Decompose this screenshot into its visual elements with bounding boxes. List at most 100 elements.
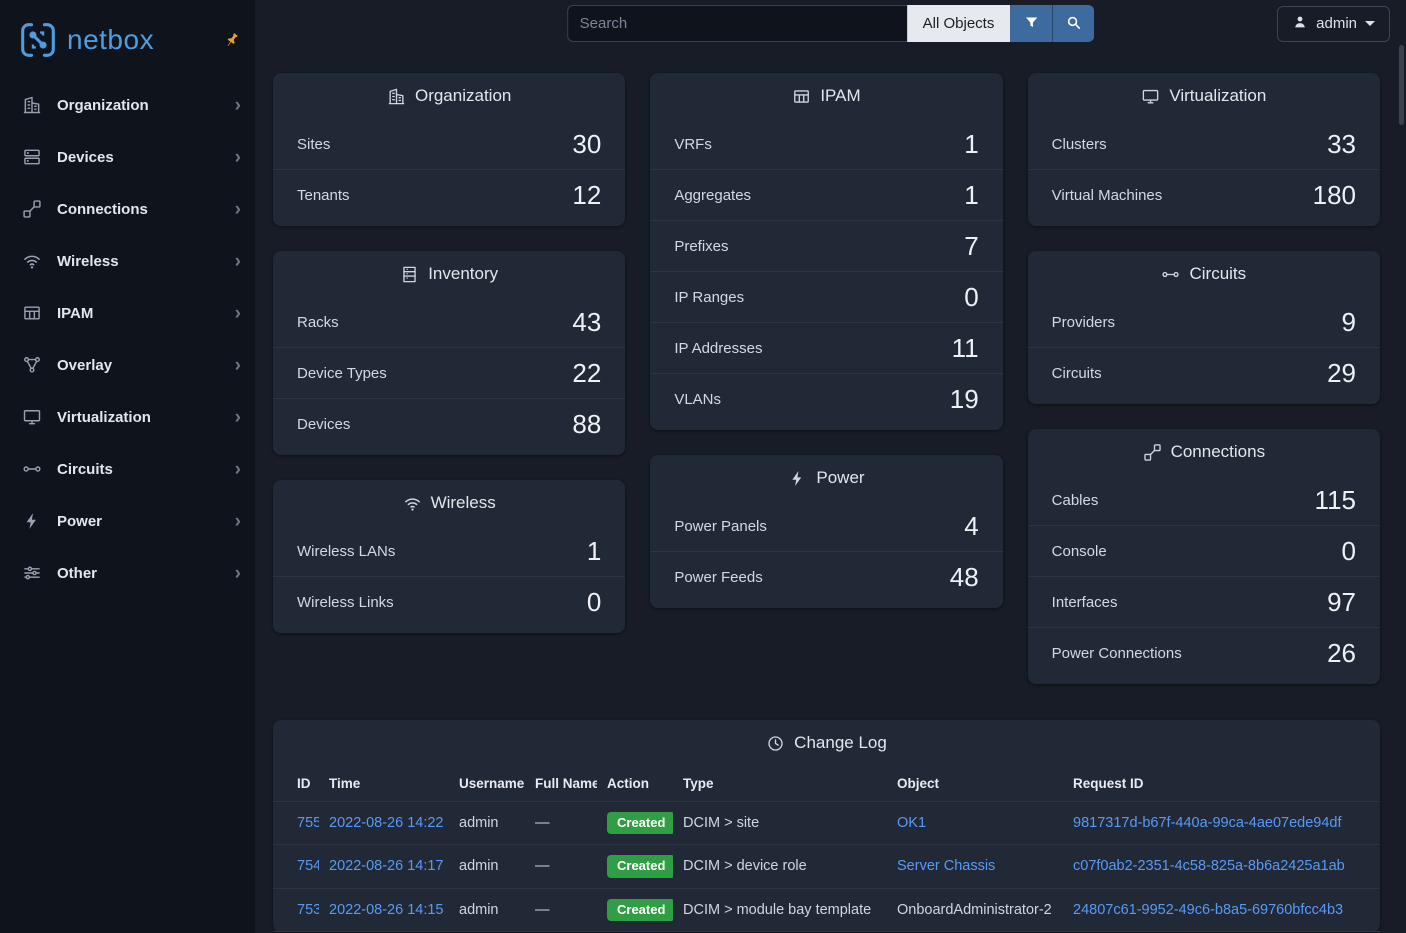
column-header: Action: [597, 766, 673, 802]
stat-value: 1: [964, 131, 978, 157]
change-time-link[interactable]: 2022-08-26 14:22: [329, 815, 444, 831]
stat-row: Power Feeds 48: [650, 551, 1002, 602]
magnifier-icon: [1065, 14, 1082, 34]
vertical-scrollbar[interactable]: [1399, 45, 1404, 125]
sidebar-item-virtualization[interactable]: Virtualization ›: [0, 391, 255, 443]
sidebar-item-devices[interactable]: Devices ›: [0, 131, 255, 183]
sidebar-item-wireless[interactable]: Wireless ›: [0, 235, 255, 287]
stat-label-link[interactable]: Wireless Links: [297, 594, 394, 611]
sidebar-item-other[interactable]: Other ›: [0, 547, 255, 599]
search-input[interactable]: [567, 5, 907, 42]
stat-row: Power Panels 4: [650, 501, 1002, 551]
user-menu-button[interactable]: admin: [1277, 6, 1390, 42]
stat-label-link[interactable]: IP Addresses: [674, 340, 762, 357]
stat-label-link[interactable]: Power Panels: [674, 518, 767, 535]
stat-label-link[interactable]: IP Ranges: [674, 289, 744, 306]
stat-label-link[interactable]: Sites: [297, 136, 330, 153]
table-header-row: ID Time Username Full Name Action Type O…: [273, 766, 1380, 802]
connections-card: Connections Cables 115 Console 0 Interfa…: [1028, 429, 1380, 684]
chevron-right-icon: ›: [235, 408, 241, 427]
stat-row: Racks 43: [273, 297, 625, 347]
change-id-link[interactable]: 755: [297, 815, 319, 831]
stat-label-link[interactable]: Device Types: [297, 365, 387, 382]
change-id-link[interactable]: 753: [297, 902, 319, 918]
full-name-cell: —: [535, 902, 550, 918]
stat-label-link[interactable]: Devices: [297, 416, 350, 433]
history-clock-icon: [766, 734, 785, 753]
card-header: Wireless: [273, 480, 625, 526]
object-type-dropdown[interactable]: All Objects: [907, 5, 1011, 42]
card-title: Wireless: [431, 493, 496, 513]
card-header: IPAM: [650, 73, 1002, 119]
table-row: 753 2022-08-26 14:15 admin — Created DCI…: [273, 888, 1380, 931]
stat-label-link[interactable]: Providers: [1052, 314, 1115, 331]
pin-sidebar-icon[interactable]: [223, 31, 241, 49]
dashboard-column-2: IPAM VRFs 1 Aggregates 1 Prefixes 7: [650, 73, 1002, 684]
chevron-right-icon: ›: [235, 304, 241, 323]
transit-connection-icon: [1161, 265, 1180, 284]
stat-label-link[interactable]: VLANs: [674, 391, 721, 408]
card-header: Organization: [273, 73, 625, 119]
stat-label-link[interactable]: Circuits: [1052, 365, 1102, 382]
stat-label-link[interactable]: Wireless LANs: [297, 543, 395, 560]
stat-value: 1: [964, 182, 978, 208]
netbox-logo[interactable]: netbox: [18, 20, 154, 60]
sidebar-item-label: Other: [57, 565, 220, 582]
sidebar-item-power[interactable]: Power ›: [0, 495, 255, 547]
request-id-link[interactable]: 24807c61-9952-49c6-b8a5-69760bfcc4b3: [1073, 902, 1343, 918]
change-id-link[interactable]: 754: [297, 858, 319, 874]
stat-row: Sites 30: [273, 119, 625, 169]
sidebar-item-organization[interactable]: Organization ›: [0, 79, 255, 131]
monitor-icon: [1141, 87, 1160, 106]
request-id-link[interactable]: 9817317d-b67f-440a-99ca-4ae07ede94df: [1073, 815, 1341, 831]
sidebar-item-circuits[interactable]: Circuits ›: [0, 443, 255, 495]
sliders-icon: [22, 563, 42, 583]
card-title: Connections: [1171, 442, 1266, 462]
stat-label-link[interactable]: Clusters: [1052, 136, 1107, 153]
change-time-link[interactable]: 2022-08-26 14:17: [329, 858, 444, 874]
column-header: ID: [273, 766, 319, 802]
search-button[interactable]: [1052, 5, 1094, 42]
stat-label-link[interactable]: Power Connections: [1052, 645, 1182, 662]
lightning-icon: [22, 511, 42, 531]
sidebar-item-overlay[interactable]: Overlay ›: [0, 339, 255, 391]
stat-label-link[interactable]: Cables: [1052, 492, 1099, 509]
stat-row: Prefixes 7: [650, 220, 1002, 271]
stat-label-link[interactable]: VRFs: [674, 136, 712, 153]
virtualization-card: Virtualization Clusters 33 Virtual Machi…: [1028, 73, 1380, 226]
stat-label-link[interactable]: Tenants: [297, 187, 350, 204]
stat-row: Aggregates 1: [650, 169, 1002, 220]
organization-card: Organization Sites 30 Tenants 12: [273, 73, 625, 226]
stat-label-link[interactable]: Virtual Machines: [1052, 187, 1163, 204]
chevron-right-icon: ›: [235, 460, 241, 479]
funnel-icon: [1023, 14, 1040, 34]
change-log-card: Change Log ID Time Username Full Name Ac: [273, 720, 1380, 932]
stat-row: Tenants 12: [273, 169, 625, 220]
cable-icon: [1143, 443, 1162, 462]
stat-row: Clusters 33: [1028, 119, 1380, 169]
sidebar-item-label: Overlay: [57, 357, 220, 374]
stat-label-link[interactable]: Power Feeds: [674, 569, 762, 586]
stat-value: 43: [572, 309, 601, 335]
stat-label-link[interactable]: Prefixes: [674, 238, 728, 255]
stat-label-link[interactable]: Interfaces: [1052, 594, 1118, 611]
object-link[interactable]: Server Chassis: [897, 858, 995, 874]
stat-value: 12: [572, 182, 601, 208]
change-time-link[interactable]: 2022-08-26 14:15: [329, 902, 444, 918]
power-card: Power Power Panels 4 Power Feeds 48: [650, 455, 1002, 608]
request-id-link[interactable]: c07f0ab2-2351-4c58-825a-8b6a2425a1ab: [1073, 858, 1345, 874]
stat-row: VLANs 19: [650, 373, 1002, 424]
logo-row: netbox: [0, 0, 255, 79]
sidebar-item-connections[interactable]: Connections ›: [0, 183, 255, 235]
person-icon: [1292, 14, 1308, 34]
stat-label-link[interactable]: Racks: [297, 314, 339, 331]
stat-label-link[interactable]: Console: [1052, 543, 1107, 560]
object-link[interactable]: OK1: [897, 815, 926, 831]
filter-button[interactable]: [1010, 5, 1052, 42]
sidebar-item-label: IPAM: [57, 305, 220, 322]
sidebar-item-ipam[interactable]: IPAM ›: [0, 287, 255, 339]
stat-label-link[interactable]: Aggregates: [674, 187, 751, 204]
server-stack-icon: [22, 147, 42, 167]
stat-row: Virtual Machines 180: [1028, 169, 1380, 220]
stat-row: VRFs 1: [650, 119, 1002, 169]
